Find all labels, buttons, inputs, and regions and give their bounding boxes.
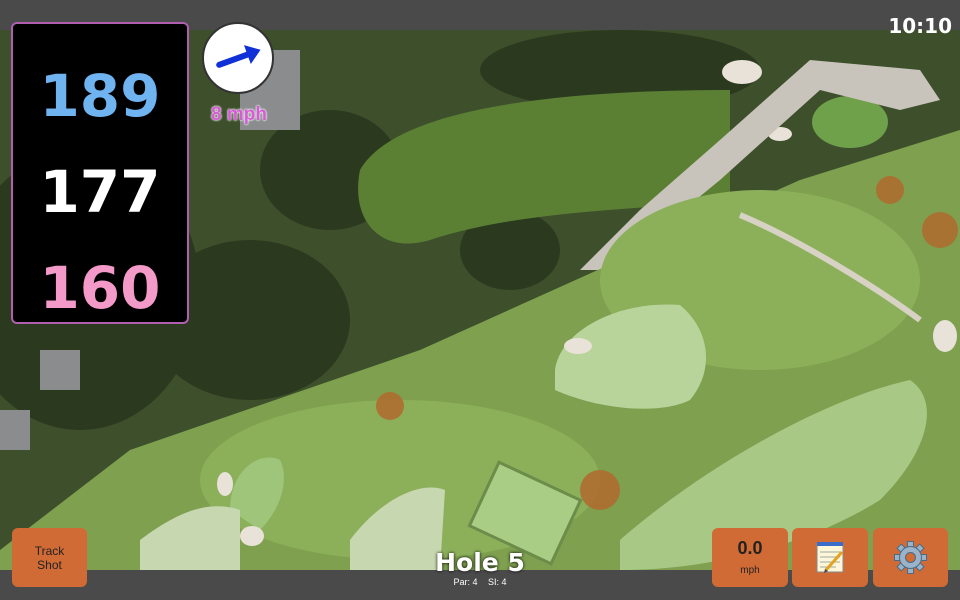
wind-speed-label: 8 mph xyxy=(211,104,267,125)
settings-button[interactable] xyxy=(873,528,948,587)
wind-unit: mph xyxy=(740,565,760,576)
wind-value: 0.0 xyxy=(737,538,763,558)
distance-panel: 189 177 160 xyxy=(11,22,189,324)
track-shot-button[interactable]: Track Shot xyxy=(12,528,87,587)
wind-button[interactable]: 0.0 mph xyxy=(712,528,788,587)
stroke-index-label: SI: 4 xyxy=(488,577,507,587)
wind-direction-indicator xyxy=(202,22,274,94)
notepad-icon xyxy=(816,542,844,573)
front-distance: 160 xyxy=(39,254,161,322)
arrow-icon xyxy=(216,45,261,68)
gear-icon xyxy=(894,541,927,574)
hole-info: Par: 4 SI: 4 xyxy=(400,577,560,587)
track-shot-label: Track Shot xyxy=(34,544,65,572)
back-distance: 189 xyxy=(39,62,161,130)
hole-title: Hole 5 xyxy=(435,548,525,577)
notes-button[interactable] xyxy=(792,528,868,587)
clock: 10:10 xyxy=(888,14,952,38)
middle-distance: 177 xyxy=(39,158,161,226)
par-label: Par: 4 xyxy=(453,577,478,587)
